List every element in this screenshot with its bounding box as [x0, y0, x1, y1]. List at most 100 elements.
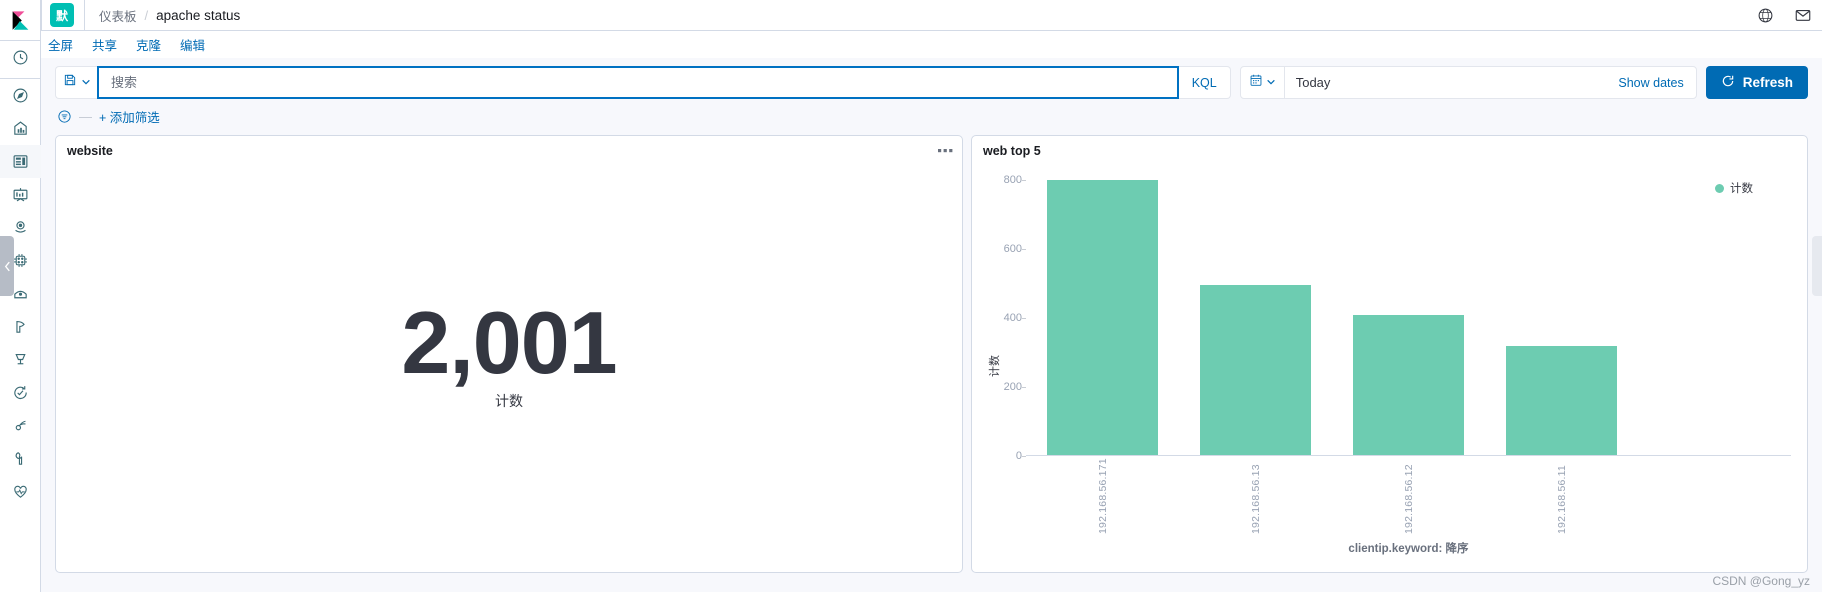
date-range-value[interactable]: Today — [1285, 75, 1619, 90]
heartbeat-icon — [12, 483, 29, 500]
breadcrumb-parent[interactable]: 仪表板 — [99, 6, 137, 25]
logs-icon — [12, 318, 29, 335]
bar-cell — [1179, 180, 1332, 456]
siem-icon — [12, 417, 29, 434]
uptime-icon — [12, 384, 29, 401]
saved-query-button[interactable] — [55, 66, 97, 99]
mail-icon[interactable] — [1794, 6, 1812, 24]
y-axis-tick: 200 — [984, 381, 1026, 393]
share-button[interactable]: 共享 — [92, 35, 117, 54]
main-column: 默 仪表板 / apache status 全屏 共享 克隆 编辑 搜索 KQL… — [41, 0, 1822, 592]
bar-series — [1026, 180, 1791, 456]
right-panel-handle[interactable] — [1812, 236, 1822, 296]
search-input[interactable] — [109, 74, 1167, 91]
x-axis-tick-label: 192.168.56.171 — [1096, 458, 1109, 534]
breadcrumb-current: apache status — [156, 7, 241, 23]
sidebar-item-recently-viewed[interactable] — [0, 41, 41, 74]
x-axis-title: clientip.keyword: 降序 — [1348, 543, 1469, 555]
dashboard-icon — [12, 153, 29, 170]
sidebar-item-dev-tools[interactable] — [0, 442, 41, 475]
panel-title-web-top-5: web top 5 — [983, 144, 1041, 158]
search-input-wrapper[interactable] — [97, 66, 1179, 99]
dashboard-grid: website 2,001 计数 web top 5 计数 计数 0 200 4… — [41, 135, 1822, 592]
fullscreen-button[interactable]: 全屏 — [48, 35, 73, 54]
filter-icon[interactable] — [57, 109, 72, 124]
bar-cell — [1485, 180, 1638, 456]
bar[interactable] — [1353, 314, 1464, 456]
clone-button[interactable]: 克隆 — [136, 35, 161, 54]
y-axis-title: 计数 — [989, 355, 1001, 377]
metric-visualization: 2,001 计数 — [56, 158, 962, 572]
dashboard-action-bar: 全屏 共享 克隆 编辑 — [41, 31, 1822, 58]
x-axis-tick-label: 192.168.56.13 — [1249, 464, 1262, 534]
date-quick-select-button[interactable] — [1241, 67, 1285, 98]
panel-options-icon[interactable] — [938, 145, 954, 157]
x-axis-tick-label: 192.168.56.11 — [1555, 465, 1568, 534]
query-row: KQL — [41, 58, 1822, 99]
calendar-icon — [1249, 73, 1263, 92]
y-axis-tick: 800 — [984, 174, 1026, 186]
breadcrumb-separator: / — [144, 7, 149, 23]
x-axis-tick-cell: 192.168.56.13 — [1179, 456, 1332, 534]
y-axis-tick: 400 — [984, 312, 1026, 324]
sidebar-item-canvas[interactable] — [0, 178, 41, 211]
ml-icon — [12, 252, 29, 269]
x-axis-tick-cell: 192.168.56.11 — [1485, 456, 1638, 534]
sidebar-item-logs[interactable] — [0, 310, 41, 343]
help-icon[interactable] — [1757, 7, 1774, 24]
sidebar-item-monitoring[interactable] — [0, 475, 41, 508]
header-divider-left — [41, 0, 42, 31]
compass-icon — [12, 87, 29, 104]
panel-title-website: website — [67, 144, 113, 158]
refresh-button[interactable]: Refresh — [1705, 66, 1808, 99]
sidebar-collapse-handle[interactable] — [0, 236, 14, 296]
x-axis-tick-label: 192.168.56.12 — [1402, 464, 1415, 534]
y-axis-tick: 0 — [984, 450, 1026, 462]
filter-placeholder-dash: — — [79, 109, 92, 124]
apm-icon — [12, 351, 29, 368]
presentation-icon — [12, 186, 29, 203]
clock-icon — [12, 49, 29, 66]
show-dates-button[interactable]: Show dates — [1618, 76, 1695, 90]
bar-cell — [1026, 180, 1179, 456]
sidebar-item-uptime[interactable] — [0, 376, 41, 409]
sidebar-item-apm[interactable] — [0, 343, 41, 376]
date-picker: Today Show dates — [1239, 66, 1697, 99]
bar[interactable] — [1506, 345, 1617, 456]
save-query-icon — [63, 73, 77, 92]
watermark: CSDN @Gong_yz — [1712, 574, 1810, 588]
add-filter-button[interactable]: + 添加筛选 — [99, 107, 160, 126]
bar[interactable] — [1047, 180, 1158, 456]
elastic-logo[interactable] — [0, 5, 41, 36]
primary-sidebar — [0, 0, 41, 592]
bar-chart-visualization: 计数 计数 0 200 400 600 800 192.168.56.171 192.16… — [972, 158, 1807, 572]
bar[interactable] — [1200, 285, 1311, 456]
metric-value: 2,001 — [401, 292, 617, 392]
metric-label: 计数 — [495, 393, 523, 410]
sidebar-item-siem[interactable] — [0, 409, 41, 442]
filter-row: — + 添加筛选 — [41, 99, 1822, 135]
bar-cell — [1332, 180, 1485, 456]
query-bar-region: KQL — [41, 58, 1822, 135]
bar-cell — [1638, 180, 1791, 456]
plot-area: 0 200 400 600 800 — [1004, 174, 1791, 462]
x-axis-tick-labels: 192.168.56.171 192.168.56.13 192.168.56.12… — [1026, 456, 1791, 534]
x-axis-tick-cell — [1638, 456, 1791, 534]
global-header: 默 仪表板 / apache status — [41, 0, 1822, 31]
wrench-icon — [12, 450, 29, 467]
panel-website: website 2,001 计数 — [55, 135, 963, 573]
space-avatar[interactable]: 默 — [50, 3, 74, 27]
kibana-dashboard-app: 默 仪表板 / apache status 全屏 共享 克隆 编辑 搜索 KQL… — [0, 0, 1822, 592]
x-axis-tick-cell: 192.168.56.12 — [1332, 456, 1485, 534]
globe-pin-icon — [12, 219, 29, 236]
edit-button[interactable]: 编辑 — [180, 35, 205, 54]
refresh-label: Refresh — [1742, 75, 1793, 90]
chevron-down-icon — [1266, 74, 1276, 92]
query-language-button[interactable]: KQL — [1178, 66, 1231, 99]
sidebar-item-dashboard[interactable] — [0, 145, 41, 178]
sidebar-item-discover[interactable] — [0, 79, 41, 112]
breadcrumb: 仪表板 / apache status — [85, 6, 240, 25]
refresh-icon — [1721, 74, 1735, 91]
sidebar-item-visualize[interactable] — [0, 112, 41, 145]
bar-chart-icon — [12, 120, 29, 137]
